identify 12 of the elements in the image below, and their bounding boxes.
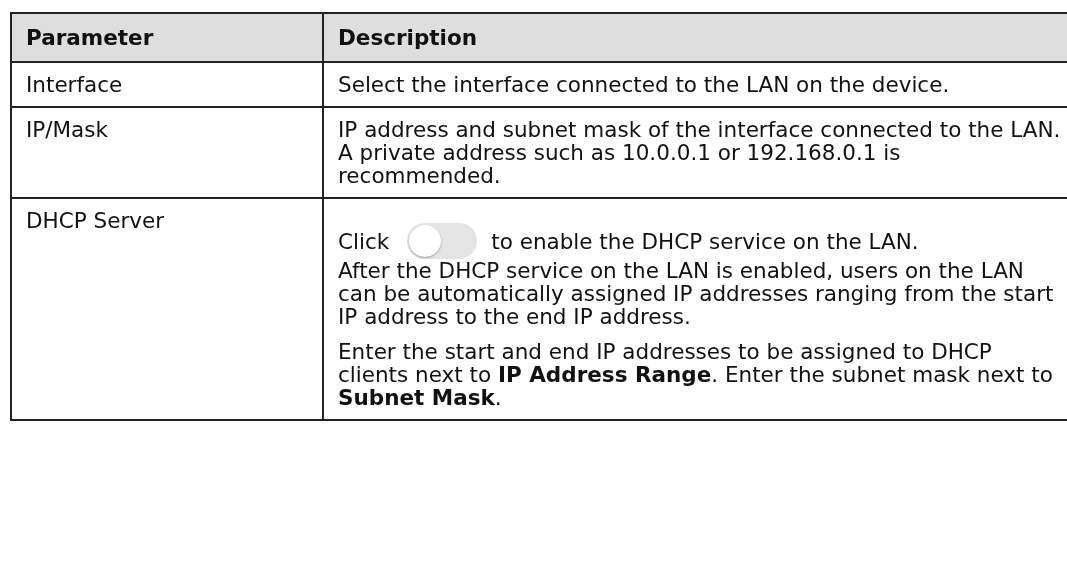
column-header: Parameter [11, 13, 323, 62]
column-header: Description [323, 13, 1067, 62]
toggle-switch[interactable] [407, 223, 478, 259]
description-text: Click [338, 229, 390, 253]
description-text: After the DHCP service on the LAN is enabled, users on the LAN can be automatically assigned IP addresses ranging from the start IP address to the end IP address. [338, 259, 1055, 328]
description-text: Enter the start and end IP addresses to be assigned to DHCP clients next to IP Address Range. Enter the subnet mask next to Subnet Mask. [338, 340, 1054, 409]
parameter-cell: DHCP Server [11, 198, 323, 420]
description-text: Select the interface connected to the LAN on the device. [338, 73, 951, 96]
description-text: to enable the DHCP service on the LAN. [491, 229, 919, 253]
description-text: IP address and subnet mask of the interface connected to the LAN. A private address such as 10.0.0.1 or 192.168.0.1 is recommended. [338, 118, 1062, 187]
parameter-cell: IP/Mask [11, 107, 323, 198]
parameter-cell: Interface [11, 62, 323, 107]
